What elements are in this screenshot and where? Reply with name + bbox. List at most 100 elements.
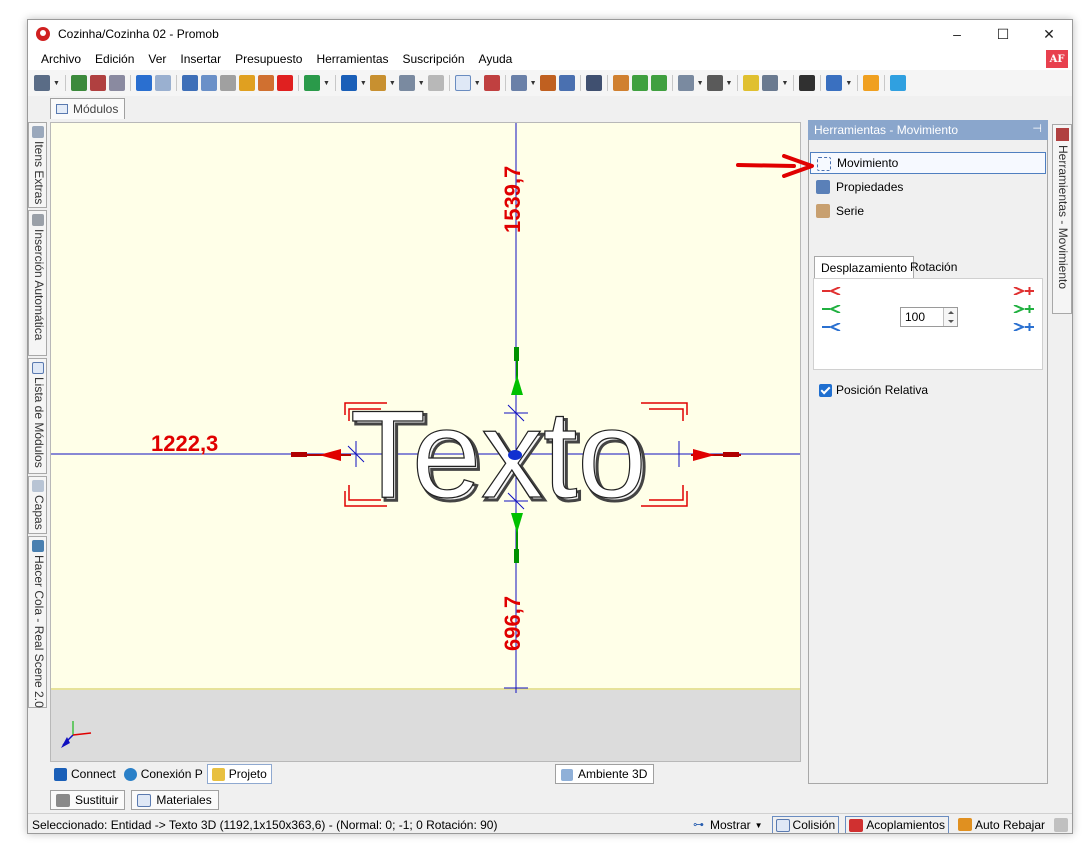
pin-icon[interactable]: ⊣ [1032, 122, 1042, 135]
maximize-button[interactable]: ☐ [980, 20, 1026, 48]
camera-dropdown-icon[interactable]: ▼ [781, 80, 788, 87]
shape-dropdown-icon[interactable]: ▼ [418, 80, 425, 87]
tab-itens-extras[interactable]: Itens Extras [28, 122, 47, 208]
menu-herramientas[interactable]: Herramientas [309, 52, 395, 66]
menu-insertar[interactable]: Insertar [173, 52, 228, 66]
user-icon[interactable] [863, 75, 880, 91]
step-value-input[interactable]: 100 [900, 307, 958, 327]
viewport-3d[interactable]: Texto Texto 1539,7 1222,3 696,7 [50, 122, 801, 762]
tab-herramientas-movimiento[interactable]: Herramientas - Movimiento [1052, 124, 1072, 314]
select-dropdown-icon[interactable]: ▼ [474, 80, 481, 87]
undo-icon[interactable] [135, 75, 152, 91]
save-icon[interactable] [34, 75, 50, 91]
text-3d-object[interactable]: Texto [349, 385, 647, 524]
eye-icon[interactable] [585, 75, 602, 91]
shape-icon[interactable] [398, 75, 415, 91]
tab-projeto[interactable]: Projeto [206, 764, 272, 784]
hierarchy-icon[interactable] [369, 75, 386, 91]
hierarchy-dropdown-icon[interactable]: ▼ [389, 80, 396, 87]
tab-connect[interactable]: Connect [50, 764, 120, 784]
select-cursor-icon[interactable] [454, 75, 471, 91]
format-icon[interactable] [238, 75, 255, 91]
plugins-icon[interactable] [799, 75, 816, 91]
elevation-icon[interactable] [539, 75, 556, 91]
layer-view-icon[interactable] [510, 75, 527, 91]
move-handle-up-grip[interactable] [514, 347, 519, 361]
box-icon[interactable] [706, 75, 723, 91]
box-dropdown-icon[interactable]: ▼ [726, 80, 733, 87]
modules-tab[interactable]: Módulos [50, 98, 126, 119]
printer-icon[interactable] [108, 75, 125, 91]
move-handle-down-grip[interactable] [514, 549, 519, 563]
menu-ayuda[interactable]: Ayuda [472, 52, 520, 66]
step-spinner[interactable] [943, 308, 957, 326]
move-handle-right-arrow[interactable] [693, 449, 715, 461]
move-handle-right-grip[interactable] [723, 452, 739, 457]
relative-position-option[interactable]: Posición Relativa [819, 383, 928, 397]
delete-icon[interactable] [276, 75, 293, 91]
copy-icon[interactable] [200, 75, 217, 91]
print-preview-icon[interactable] [89, 75, 106, 91]
tab-conexion[interactable]: Conexión P [120, 764, 207, 784]
paste-icon[interactable] [219, 75, 236, 91]
tab-capas[interactable]: Capas [28, 476, 47, 534]
move-x-positive-icon[interactable] [1012, 287, 1034, 295]
tab-insercion-automatica[interactable]: Inserción Automática [28, 210, 47, 356]
arrow-right-icon[interactable] [650, 75, 667, 91]
tab-hacer-cola[interactable]: Hacer Cola - Real Scene 2.0 [28, 536, 47, 708]
view-3d-icon[interactable] [558, 75, 575, 91]
chat-icon[interactable] [890, 75, 907, 91]
move-handle-left-arrow[interactable] [319, 449, 341, 461]
camera-icon[interactable] [762, 75, 779, 91]
move-z-positive-icon[interactable] [1012, 323, 1034, 331]
tab-rotacion[interactable]: Rotación [904, 256, 963, 278]
layer-dropdown-icon[interactable]: ▼ [530, 80, 537, 87]
colision-button[interactable]: Colisión [771, 816, 840, 833]
tab-ambiente-3d[interactable]: Ambiente 3D [555, 764, 655, 784]
close-button[interactable]: ✕ [1026, 20, 1072, 48]
cube-view-icon[interactable] [677, 75, 694, 91]
mostrar-button[interactable]: ⊶ Mostrar ▼ [690, 816, 766, 833]
tab-lista-modulos[interactable]: Lista de Módulos [28, 358, 47, 474]
move-y-negative-icon[interactable] [822, 305, 844, 313]
cube-dropdown-icon[interactable]: ▼ [697, 80, 704, 87]
palette-dropdown-icon[interactable]: ▼ [845, 80, 852, 87]
light-icon[interactable] [743, 75, 760, 91]
tab-sustituir[interactable]: Sustituir [50, 790, 126, 810]
measure-icon[interactable] [483, 75, 500, 91]
price-icon[interactable] [303, 75, 320, 91]
tool-propiedades[interactable]: Propiedades [810, 176, 1046, 198]
paint-icon[interactable] [257, 75, 274, 91]
user-badge[interactable]: AF [1046, 50, 1068, 68]
palette-icon[interactable] [826, 75, 843, 91]
move-x-negative-icon[interactable] [822, 287, 844, 295]
price-dropdown-icon[interactable]: ▼ [323, 80, 330, 87]
relative-position-checkbox[interactable] [819, 383, 832, 397]
auto-rebajar-button[interactable]: Auto Rebajar [955, 816, 1048, 833]
menu-suscripcion[interactable]: Suscripción [396, 52, 472, 66]
tool-serie[interactable]: Serie [810, 200, 1046, 222]
text-icon[interactable] [340, 75, 357, 91]
move-handle-up-arrow[interactable] [511, 375, 523, 395]
menu-ver[interactable]: Ver [141, 52, 173, 66]
move-handle-left-grip[interactable] [291, 452, 307, 457]
minimize-button[interactable]: – [934, 20, 980, 48]
tab-materiales[interactable]: Materiales [131, 790, 219, 810]
block-icon[interactable] [427, 75, 444, 91]
cut-icon[interactable] [181, 75, 198, 91]
redo-icon[interactable] [154, 75, 171, 91]
menu-archivo[interactable]: Archivo [34, 52, 88, 66]
print-icon[interactable] [70, 75, 87, 91]
pan-icon[interactable] [612, 75, 629, 91]
wrench-icon[interactable] [1054, 818, 1068, 832]
save-dropdown-icon[interactable]: ▼ [53, 80, 60, 87]
move-z-negative-icon[interactable] [822, 323, 844, 331]
menu-edicion[interactable]: Edición [88, 52, 141, 66]
arrow-left-icon[interactable] [631, 75, 648, 91]
move-y-positive-icon[interactable] [1012, 305, 1034, 313]
tab-desplazamiento[interactable]: Desplazamiento [814, 256, 915, 278]
menu-presupuesto[interactable]: Presupuesto [228, 52, 309, 66]
pivot-point[interactable] [508, 450, 522, 460]
tool-movimiento[interactable]: Movimiento [810, 152, 1046, 174]
acoplamientos-button[interactable]: Acoplamientos [845, 816, 949, 833]
